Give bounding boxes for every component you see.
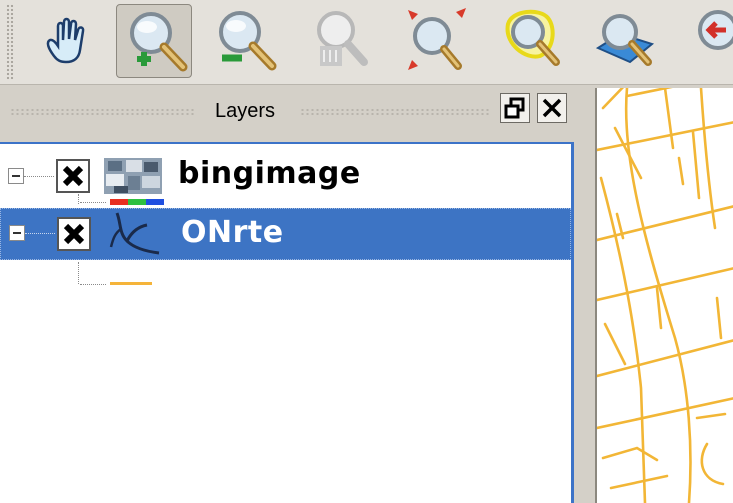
- zoom-out-icon: [219, 11, 277, 71]
- map-navigation-toolbar: [0, 0, 733, 85]
- tree-branch-line: [80, 202, 106, 204]
- close-panel-button[interactable]: [537, 93, 567, 123]
- tree-branch-line: [78, 262, 80, 284]
- zoom-to-layer-icon: [595, 14, 655, 66]
- pan-button[interactable]: [28, 4, 104, 78]
- layer-row-onrte[interactable]: ONrte: [0, 208, 571, 260]
- zoom-to-selection-button[interactable]: [494, 4, 570, 78]
- map-canvas[interactable]: [595, 88, 733, 503]
- raster-layer-icon: [104, 158, 162, 194]
- check-x-icon: [62, 165, 84, 187]
- tree-branch-line: [25, 233, 55, 235]
- float-panel-icon: [504, 97, 525, 119]
- collapse-toggle[interactable]: [8, 168, 24, 184]
- green-band-swatch: [128, 199, 146, 205]
- zoom-last-icon: [698, 10, 733, 50]
- close-icon: [542, 98, 562, 118]
- layers-tree[interactable]: bingimage ONrte: [0, 142, 574, 503]
- header-grip-left[interactable]: [10, 108, 194, 116]
- layer-visibility-checkbox[interactable]: [57, 217, 91, 251]
- layer-row-bingimage[interactable]: bingimage: [0, 150, 571, 202]
- zoom-out-button[interactable]: [206, 4, 282, 78]
- header-grip-right[interactable]: [300, 108, 490, 116]
- float-panel-button[interactable]: [500, 93, 530, 123]
- layers-panel-title: Layers: [214, 100, 276, 122]
- raster-band-legend: [110, 199, 164, 205]
- toolbar-grip[interactable]: [6, 4, 14, 80]
- zoom-actual-size-button[interactable]: [300, 4, 376, 78]
- zoom-in-icon: [130, 12, 188, 72]
- zoom-actual-size-icon: [317, 11, 368, 66]
- zoom-in-button[interactable]: [116, 4, 192, 78]
- tree-branch-line: [80, 284, 106, 286]
- zoom-last-button[interactable]: [684, 4, 733, 78]
- layer-name-bingimage: bingimage: [178, 156, 361, 191]
- panel-splitter[interactable]: [585, 86, 595, 503]
- line-layer-icon: [107, 211, 163, 257]
- collapse-toggle[interactable]: [9, 225, 25, 241]
- zoom-to-selection-icon: [505, 9, 560, 66]
- layer-visibility-checkbox[interactable]: [56, 159, 90, 193]
- hand-icon: [46, 17, 85, 64]
- blue-band-swatch: [146, 199, 164, 205]
- red-band-swatch: [110, 199, 128, 205]
- zoom-full-extent-button[interactable]: [396, 4, 472, 78]
- zoom-to-layer-button[interactable]: [590, 4, 666, 78]
- line-symbol-swatch: [110, 282, 152, 285]
- zoom-full-extent-icon: [408, 8, 466, 70]
- layer-name-onrte: ONrte: [181, 215, 284, 250]
- tree-branch-line: [24, 176, 54, 178]
- check-x-icon: [63, 223, 85, 245]
- road-network: [597, 88, 733, 503]
